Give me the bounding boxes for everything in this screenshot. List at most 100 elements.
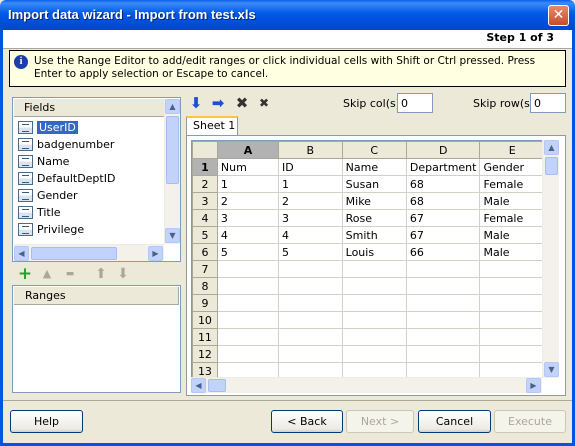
delete-icon[interactable]: ✖	[234, 95, 250, 111]
grid-cell[interactable]	[216, 362, 280, 377]
grid-cell[interactable]: Male	[479, 192, 545, 210]
column-header[interactable]: A	[216, 141, 280, 159]
row-header[interactable]: 12	[192, 345, 218, 363]
grid-cell[interactable]	[479, 328, 545, 346]
grid-cell[interactable]	[216, 311, 280, 329]
grid-cell[interactable]	[341, 294, 407, 312]
grid-cell[interactable]	[479, 260, 545, 278]
scroll-down-icon[interactable]: ▼	[165, 228, 180, 243]
add-icon[interactable]: +	[17, 266, 33, 283]
tab-sheet-1[interactable]: Sheet 1	[186, 116, 238, 136]
grid-cell[interactable]	[278, 311, 343, 329]
grid-cell[interactable]: 68	[405, 175, 481, 193]
grid-cell[interactable]: Rose	[341, 209, 407, 227]
grid-cell[interactable]	[405, 294, 481, 312]
grid-cell[interactable]: 67	[405, 209, 481, 227]
scroll-left-icon[interactable]: ◀	[14, 246, 29, 261]
arrow-down-icon[interactable]: ⬇	[188, 95, 204, 111]
row-header[interactable]: 13	[192, 362, 218, 377]
row-header[interactable]: 7	[192, 260, 218, 278]
field-item[interactable]: UserID	[17, 119, 165, 136]
row-header[interactable]: 8	[192, 277, 218, 295]
grid-cell[interactable]	[278, 362, 343, 377]
column-header[interactable]: D	[405, 141, 481, 159]
scroll-thumb[interactable]	[545, 157, 558, 175]
scroll-left-icon[interactable]: ◀	[191, 378, 206, 393]
field-item[interactable]: DefaultDeptID	[17, 170, 165, 187]
grid-cell[interactable]	[405, 311, 481, 329]
grid-cell[interactable]	[278, 277, 343, 295]
scroll-up-icon[interactable]: ▲	[165, 99, 180, 114]
grid-cell[interactable]	[341, 277, 407, 295]
grid-cell[interactable]	[341, 260, 407, 278]
move-down-icon[interactable]: ⬇	[115, 266, 131, 282]
grid-cell[interactable]	[405, 362, 481, 377]
scroll-right-icon[interactable]: ▶	[526, 378, 541, 393]
fields-vertical-scrollbar[interactable]: ▲ ▼	[164, 99, 180, 244]
field-item[interactable]: Gender	[17, 187, 165, 204]
row-header[interactable]: 6	[192, 243, 218, 261]
row-header[interactable]: 5	[192, 226, 218, 244]
grid-cell[interactable]: Department	[405, 158, 481, 176]
grid-cell[interactable]	[216, 294, 280, 312]
grid-cell[interactable]	[479, 345, 545, 363]
grid-cell[interactable]	[479, 294, 545, 312]
grid-cell[interactable]	[341, 362, 407, 377]
arrow-right-icon[interactable]: ➡	[210, 95, 226, 111]
remove-icon[interactable]: ▬	[62, 266, 78, 282]
row-header[interactable]: 10	[192, 311, 218, 329]
field-item[interactable]: Privilege	[17, 221, 165, 238]
grid-cell[interactable]: 4	[278, 226, 343, 244]
grid-cell[interactable]	[278, 328, 343, 346]
grid-cell[interactable]	[216, 345, 280, 363]
grid-cell[interactable]: Name	[341, 158, 407, 176]
field-item[interactable]: Name	[17, 153, 165, 170]
move-up-icon[interactable]: ⬆	[93, 266, 109, 282]
grid-cell[interactable]	[278, 294, 343, 312]
row-header[interactable]: 1	[192, 158, 218, 176]
column-header[interactable]: B	[278, 141, 343, 159]
grid-cell[interactable]: 67	[405, 226, 481, 244]
grid-cell[interactable]	[479, 362, 545, 377]
fields-horizontal-scrollbar[interactable]: ◀ ▶	[14, 244, 164, 261]
skip-rows-input[interactable]	[530, 93, 566, 113]
grid-cell[interactable]: 68	[405, 192, 481, 210]
ranges-panel[interactable]: Ranges	[12, 285, 181, 393]
grid-cell[interactable]	[405, 328, 481, 346]
column-header[interactable]: E	[479, 141, 545, 159]
grid-cell[interactable]	[479, 277, 545, 295]
skip-cols-input[interactable]	[397, 93, 433, 113]
grid-cell[interactable]	[341, 345, 407, 363]
grid-cell[interactable]: Male	[479, 226, 545, 244]
cancel-button[interactable]: Cancel	[418, 410, 491, 433]
grid-cell[interactable]: 3	[278, 209, 343, 227]
grid-cell[interactable]	[405, 345, 481, 363]
back-button[interactable]: < Back	[271, 410, 343, 433]
grid-cell[interactable]	[405, 260, 481, 278]
grid-cell[interactable]	[216, 277, 280, 295]
grid-cell[interactable]: 5	[216, 243, 280, 261]
grid-cell[interactable]: Gender	[479, 158, 545, 176]
grid-cell[interactable]: 5	[278, 243, 343, 261]
grid-cell[interactable]: 2	[278, 192, 343, 210]
grid-cell[interactable]: Susan	[341, 175, 407, 193]
delete-all-icon[interactable]: ✖	[256, 95, 272, 111]
next-button[interactable]: Next >	[346, 410, 414, 433]
grid-horizontal-scrollbar[interactable]: ◀ ▶	[191, 377, 542, 393]
grid-cell[interactable]: 2	[216, 192, 280, 210]
grid-cell[interactable]: Female	[479, 175, 545, 193]
scroll-thumb[interactable]	[31, 247, 117, 260]
help-button[interactable]: Help	[10, 410, 83, 433]
field-item[interactable]: Title	[17, 204, 165, 221]
grid-cell[interactable]: Mike	[341, 192, 407, 210]
grid-corner[interactable]	[192, 141, 218, 159]
close-button[interactable]: ✕	[548, 5, 569, 26]
grid-vertical-scrollbar[interactable]: ▲ ▼	[542, 140, 559, 378]
grid-cell[interactable]: 66	[405, 243, 481, 261]
field-item[interactable]: badgenumber	[17, 136, 165, 153]
grid-cell[interactable]	[479, 311, 545, 329]
grid-cell[interactable]	[216, 328, 280, 346]
row-header[interactable]: 9	[192, 294, 218, 312]
grid-cell[interactable]: 1	[216, 175, 280, 193]
grid-cell[interactable]	[216, 260, 280, 278]
